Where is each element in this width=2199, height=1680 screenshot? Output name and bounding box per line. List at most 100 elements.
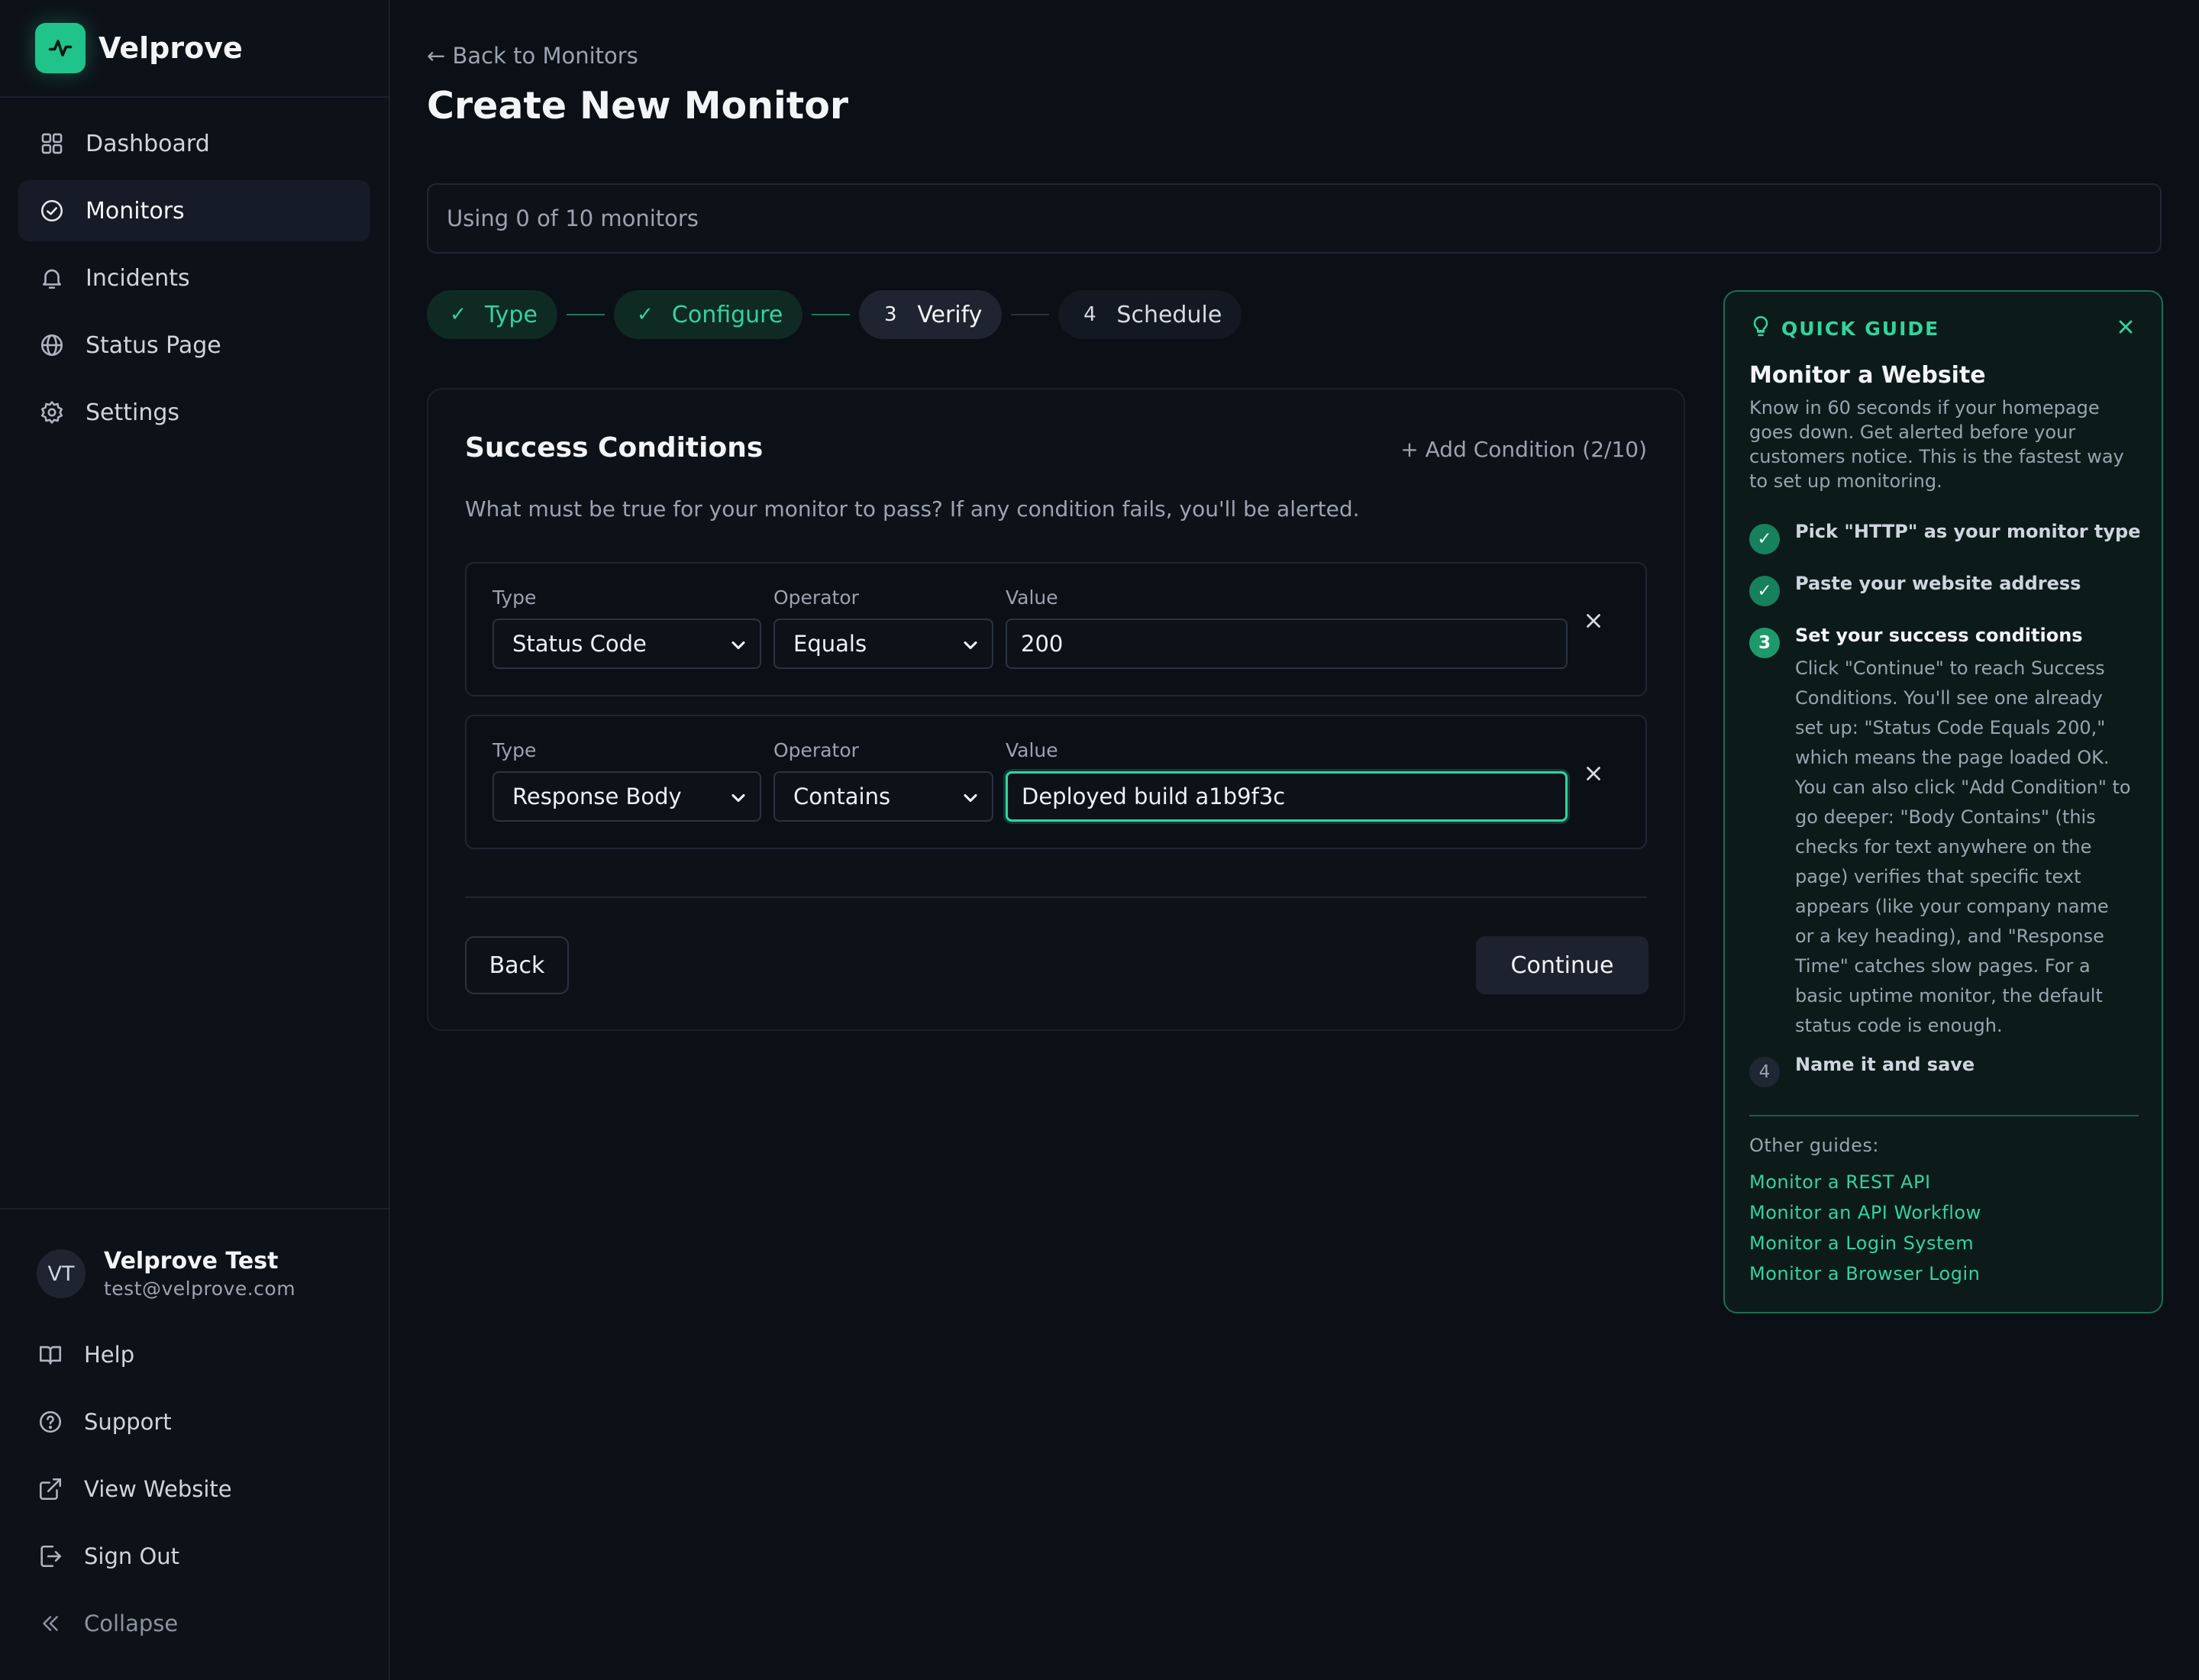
brand[interactable]: Velprove — [0, 0, 389, 98]
guide-link-api-workflow[interactable]: Monitor an API Workflow — [1749, 1202, 1981, 1223]
user-profile[interactable]: VT Velprove Test test@velprove.com — [18, 1248, 370, 1300]
nav-item-label: Settings — [86, 399, 180, 426]
card-description: What must be true for your monitor to pa… — [465, 496, 1360, 522]
condition-row: Type Operator Value Status Code Equals 2… — [465, 562, 1647, 696]
step-configure[interactable]: ✓ Configure — [613, 290, 803, 339]
remove-condition-button[interactable] — [1578, 608, 1609, 638]
nav-item-label: Status Page — [86, 331, 221, 359]
collapse-button[interactable]: Collapse — [18, 1590, 370, 1657]
chevron-down-icon — [960, 635, 981, 656]
support-link[interactable]: Support — [18, 1388, 370, 1455]
sign-out-label: Sign Out — [84, 1543, 180, 1569]
nav-item-dashboard[interactable]: Dashboard — [18, 113, 370, 174]
card-title: Success Conditions — [465, 432, 764, 464]
guide-step-title: Paste your website address — [1795, 573, 2081, 594]
step-label: Configure — [671, 301, 783, 328]
operator-label: Operator — [773, 739, 859, 761]
step-number: 3 — [1749, 628, 1780, 658]
sidebar: Velprove Dashboard Monitors Incidents St… — [0, 0, 390, 1680]
operator-select-value: Equals — [793, 631, 867, 657]
other-guides-label: Other guides: — [1749, 1135, 1879, 1156]
collapse-label: Collapse — [84, 1611, 179, 1636]
step-label: Verify — [917, 301, 983, 328]
user-email: test@velprove.com — [104, 1278, 296, 1300]
nav-item-label: Dashboard — [86, 130, 210, 157]
help-link[interactable]: Help — [18, 1321, 370, 1388]
guide-link-rest-api[interactable]: Monitor a REST API — [1749, 1171, 1931, 1193]
sidebar-footer: VT Velprove Test test@velprove.com Help … — [0, 1208, 389, 1657]
close-guide-button[interactable] — [2113, 316, 2139, 342]
guide-link-browser-login[interactable]: Monitor a Browser Login — [1749, 1263, 1980, 1284]
guide-header: QUICK GUIDE — [1749, 315, 1939, 343]
chevron-down-icon — [728, 787, 749, 809]
step-type[interactable]: ✓ Type — [427, 290, 557, 339]
nav-item-incidents[interactable]: Incidents — [18, 247, 370, 309]
type-label: Type — [492, 586, 537, 609]
value-label: Value — [1006, 586, 1058, 609]
step-connector — [812, 314, 851, 315]
help-circle-icon — [37, 1408, 64, 1436]
nav-item-monitors[interactable]: Monitors — [18, 180, 370, 241]
add-condition-button[interactable]: + Add Condition (2/10) — [1400, 437, 1647, 462]
page-title: Create New Monitor — [427, 84, 849, 128]
step-label: Schedule — [1116, 301, 1222, 328]
guide-link-login-system[interactable]: Monitor a Login System — [1749, 1233, 1974, 1254]
value-input-text: Deployed build a1b9f3c — [1022, 783, 1286, 809]
book-icon — [37, 1341, 64, 1368]
sign-out-icon — [37, 1543, 64, 1570]
back-to-monitors-link[interactable]: ← Back to Monitors — [427, 43, 638, 69]
gear-icon — [38, 399, 66, 426]
view-website-label: View Website — [84, 1476, 232, 1502]
step-verify[interactable]: 3 Verify — [859, 290, 1003, 339]
usage-banner: Using 0 of 10 monitors — [427, 183, 2162, 254]
chevron-down-icon — [960, 787, 981, 809]
help-label: Help — [84, 1342, 135, 1368]
type-select-value: Response Body — [512, 783, 682, 809]
operator-label: Operator — [773, 586, 859, 609]
usage-text: Using 0 of 10 monitors — [447, 205, 699, 231]
operator-select-value: Contains — [793, 783, 891, 809]
guide-step-body: Click "Continue" to reach Success Condit… — [1795, 657, 2131, 1036]
remove-condition-button[interactable] — [1578, 761, 1609, 791]
type-label: Type — [492, 739, 537, 761]
operator-select[interactable]: Contains — [773, 771, 993, 822]
globe-icon — [38, 331, 66, 359]
value-input[interactable]: Deployed build a1b9f3c — [1006, 771, 1568, 822]
operator-select[interactable]: Equals — [773, 619, 993, 669]
guide-step-title: Set your success conditions — [1795, 625, 2083, 646]
type-select[interactable]: Response Body — [492, 771, 761, 822]
step-number: 4 — [1749, 1057, 1780, 1087]
view-website-link[interactable]: View Website — [18, 1455, 370, 1523]
value-input-text: 200 — [1021, 631, 1064, 657]
success-conditions-card: Success Conditions + Add Condition (2/10… — [427, 388, 1685, 1031]
divider — [465, 897, 1647, 898]
step-connector — [1011, 314, 1050, 315]
back-button[interactable]: Back — [465, 936, 569, 994]
continue-button[interactable]: Continue — [1476, 936, 1648, 994]
value-input[interactable]: 200 — [1006, 619, 1568, 669]
nav-item-status-page[interactable]: Status Page — [18, 315, 370, 376]
type-select[interactable]: Status Code — [492, 619, 761, 669]
check-icon: ✓ — [637, 303, 654, 326]
external-link-icon — [37, 1475, 64, 1503]
condition-row: Type Operator Value Response Body Contai… — [465, 715, 1647, 849]
close-icon — [2115, 316, 2136, 343]
user-name: Velprove Test — [104, 1248, 279, 1275]
check-circle-icon — [38, 197, 66, 225]
check-icon: ✓ — [450, 303, 467, 326]
chevrons-left-icon — [37, 1610, 64, 1637]
lightbulb-icon — [1749, 315, 1772, 343]
check-icon: ✓ — [1749, 524, 1780, 554]
nav-item-settings[interactable]: Settings — [18, 382, 370, 443]
step-schedule[interactable]: 4 Schedule — [1058, 290, 1242, 339]
guide-description: Know in 60 seconds if your homepage goes… — [1749, 397, 2124, 492]
guide-title: Monitor a Website — [1749, 362, 1986, 389]
brand-name: Velprove — [98, 31, 243, 65]
nav-item-label: Monitors — [86, 197, 185, 225]
main-content: ← Back to Monitors Create New Monitor Us… — [390, 0, 2199, 1680]
sign-out-link[interactable]: Sign Out — [18, 1523, 370, 1590]
main-nav: Dashboard Monitors Incidents Status Page — [0, 98, 389, 464]
nav-item-label: Incidents — [86, 264, 190, 292]
check-icon: ✓ — [1749, 576, 1780, 606]
step-label: Type — [485, 301, 538, 328]
